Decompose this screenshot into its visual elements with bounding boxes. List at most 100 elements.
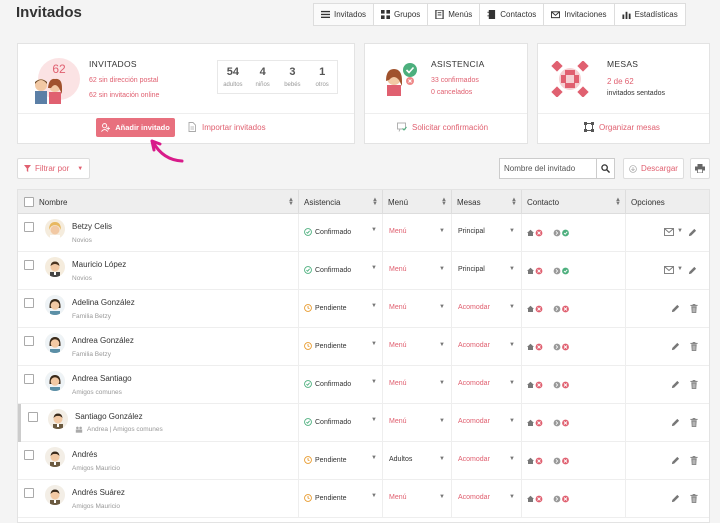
guest-name[interactable]: Andrea Santiago (72, 374, 132, 383)
trash-icon[interactable] (690, 494, 698, 503)
menu-cell[interactable]: Menú ▼ (383, 480, 452, 518)
chevron-down-icon[interactable]: ▼ (371, 303, 377, 309)
request-confirmation-button[interactable]: Solicitar confirmación (397, 122, 488, 132)
trash-icon[interactable] (690, 342, 698, 351)
table-cell[interactable]: Acomodar ▼ (452, 290, 522, 328)
envelope-icon[interactable] (664, 266, 674, 274)
guest-name[interactable]: Andrés Suárez (72, 488, 125, 497)
row-checkbox[interactable] (24, 260, 34, 270)
pencil-icon[interactable] (688, 266, 697, 275)
pencil-icon[interactable] (671, 342, 680, 351)
chevron-down-icon[interactable]: ▼ (371, 265, 377, 271)
chevron-down-icon[interactable]: ▼ (439, 456, 445, 462)
tab-menus[interactable]: Menús (427, 3, 481, 26)
guest-name[interactable]: Betzy Celis (72, 222, 112, 231)
guest-name[interactable]: Andrés (72, 450, 97, 459)
menu-cell[interactable]: Menú ▼ (383, 366, 452, 404)
filter-dropdown[interactable]: Filtrar por ▼ (17, 158, 90, 179)
contact-cell[interactable] (522, 328, 626, 366)
attendance-cell[interactable]: Confirmado ▼ (299, 214, 383, 252)
contact-cell[interactable] (522, 252, 626, 290)
attendance-cell[interactable]: Confirmado ▼ (299, 252, 383, 290)
table-cell[interactable]: Acomodar ▼ (452, 366, 522, 404)
chevron-down-icon[interactable]: ▼ (371, 493, 377, 499)
menu-cell[interactable]: Menú ▼ (383, 214, 452, 252)
chevron-down-icon[interactable]: ▼ (371, 455, 377, 461)
chevron-down-icon[interactable]: ▼ (439, 342, 445, 348)
row-checkbox[interactable] (24, 450, 34, 460)
pencil-icon[interactable] (671, 380, 680, 389)
chevron-down-icon[interactable]: ▼ (677, 228, 683, 234)
search-input[interactable] (500, 159, 596, 178)
chevron-down-icon[interactable]: ▼ (439, 418, 445, 424)
chevron-down-icon[interactable]: ▼ (439, 494, 445, 500)
pencil-icon[interactable] (671, 456, 680, 465)
attendance-cell[interactable]: Pendiente ▼ (299, 328, 383, 366)
column-name[interactable]: Nombre ▲ ▼ (18, 190, 299, 214)
row-checkbox[interactable] (24, 488, 34, 498)
menu-cell[interactable]: Menú ▼ (383, 290, 452, 328)
chevron-down-icon[interactable]: ▼ (371, 379, 377, 385)
chevron-down-icon[interactable]: ▼ (509, 228, 515, 234)
chevron-down-icon[interactable]: ▼ (509, 380, 515, 386)
trash-icon[interactable] (690, 380, 698, 389)
chevron-down-icon[interactable]: ▼ (439, 266, 445, 272)
table-cell[interactable]: Principal ▼ (452, 252, 522, 290)
column-attendance[interactable]: Asistencia ▲ ▼ (299, 190, 383, 214)
attendance-cell[interactable]: Pendiente ▼ (299, 290, 383, 328)
guest-name[interactable]: Mauricio López (72, 260, 126, 269)
contact-cell[interactable] (522, 404, 626, 442)
contact-cell[interactable] (522, 442, 626, 480)
confirmed-link[interactable]: 33 confirmados (431, 77, 479, 84)
tab-contactos[interactable]: Contactos (479, 3, 545, 26)
trash-icon[interactable] (690, 456, 698, 465)
table-row[interactable]: Adelina González Familia Betzy Pendiente ▼ M… (18, 290, 709, 328)
table-cell[interactable]: Acomodar ▼ (452, 404, 522, 442)
trash-icon[interactable] (690, 418, 698, 427)
table-row[interactable]: Andrea Santiago Amigos comunes Confirmado ▼… (18, 366, 709, 404)
chevron-down-icon[interactable]: ▼ (509, 456, 515, 462)
search-button[interactable] (596, 159, 614, 178)
guest-name[interactable]: Santiago González (75, 412, 143, 421)
contact-cell[interactable] (522, 480, 626, 518)
column-menu[interactable]: Menú ▲ ▼ (383, 190, 452, 214)
cancelled-link[interactable]: 0 cancelados (431, 89, 472, 96)
row-checkbox[interactable] (24, 298, 34, 308)
chevron-down-icon[interactable]: ▼ (509, 304, 515, 310)
table-row[interactable]: Andrea González Familia Betzy Pendiente ▼ Me… (18, 328, 709, 366)
table-row[interactable]: Andrés Suárez Amigos Mauricio Pendiente ▼ Me… (18, 480, 709, 518)
pencil-icon[interactable] (688, 228, 697, 237)
attendance-cell[interactable]: Confirmado ▼ (299, 366, 383, 404)
menu-cell[interactable]: Adultos ▼ (383, 442, 452, 480)
pencil-icon[interactable] (671, 418, 680, 427)
tables-ratio-link[interactable]: 2 de 62 (607, 77, 634, 86)
no-online-link[interactable]: 62 sin invitación online (89, 92, 159, 99)
tab-estadisticas[interactable]: Estadísticas (613, 3, 686, 26)
chevron-down-icon[interactable]: ▼ (439, 380, 445, 386)
guest-name[interactable]: Adelina González (72, 298, 135, 307)
column-tables[interactable]: Mesas ▲ ▼ (452, 190, 522, 214)
tab-grupos[interactable]: Grupos (373, 3, 429, 26)
attendance-cell[interactable]: Confirmado ▼ (299, 404, 383, 442)
row-checkbox[interactable] (24, 222, 34, 232)
add-guest-button[interactable]: Añadir invitado (96, 118, 175, 137)
table-row[interactable]: Santiago González Andrea | Amigos comunes… (18, 404, 709, 442)
chevron-down-icon[interactable]: ▼ (509, 418, 515, 424)
contact-cell[interactable] (522, 366, 626, 404)
row-checkbox[interactable] (24, 336, 34, 346)
chevron-down-icon[interactable]: ▼ (439, 304, 445, 310)
select-all-checkbox[interactable] (24, 197, 34, 207)
table-row[interactable]: Betzy Celis Novios Confirmado ▼ Menú ▼ Princip… (18, 214, 709, 252)
envelope-icon[interactable] (664, 228, 674, 236)
import-guests-button[interactable]: Importar invitados (187, 122, 266, 132)
table-cell[interactable]: Acomodar ▼ (452, 328, 522, 366)
table-cell[interactable]: Acomodar ▼ (452, 442, 522, 480)
chevron-down-icon[interactable]: ▼ (509, 494, 515, 500)
row-checkbox[interactable] (24, 374, 34, 384)
contact-cell[interactable] (522, 214, 626, 252)
chevron-down-icon[interactable]: ▼ (509, 342, 515, 348)
table-row[interactable]: Mauricio López Novios Confirmado ▼ Menú ▼ Prin… (18, 252, 709, 290)
menu-cell[interactable]: Menú ▼ (383, 404, 452, 442)
table-row[interactable]: Andrés Amigos Mauricio Pendiente ▼ Adultos ▼ A… (18, 442, 709, 480)
guest-name[interactable]: Andrea González (72, 336, 134, 345)
